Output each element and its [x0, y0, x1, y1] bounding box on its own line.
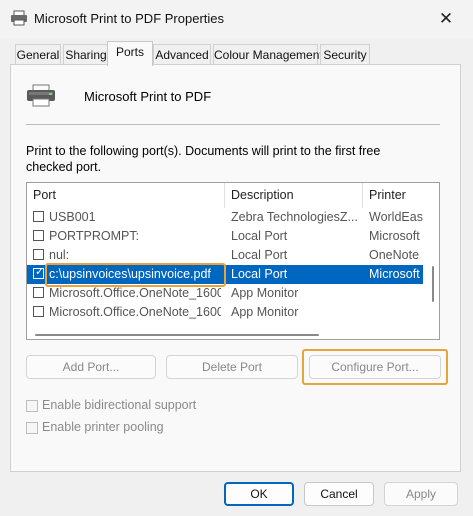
port-checkbox[interactable] — [33, 211, 44, 222]
tab-sharing[interactable]: Sharing — [63, 44, 109, 65]
port-printer: OneNote — [369, 248, 420, 262]
port-description: Local Port — [231, 248, 288, 262]
horizontal-scrollbar[interactable] — [28, 324, 423, 339]
delete-port-button[interactable]: Delete Port — [166, 355, 298, 379]
printer-icon — [26, 84, 56, 108]
port-name: Microsoft.Office.OneNote_1600... — [49, 305, 221, 319]
printer-title-icon — [10, 10, 28, 26]
separator — [26, 124, 440, 125]
column-header-description[interactable]: Description — [225, 183, 363, 208]
port-description: App Monitor — [231, 305, 299, 319]
tab-advanced[interactable]: Advanced — [153, 44, 211, 65]
list-item[interactable]: Microsoft.Office.OneNote_1600... App Mon… — [27, 303, 423, 322]
port-description: Local Port — [231, 267, 288, 281]
horizontal-scroll-thumb[interactable] — [35, 334, 319, 336]
apply-button[interactable]: Apply — [384, 482, 458, 506]
bidirectional-checkbox[interactable] — [26, 400, 38, 412]
instructions-text: Print to the following port(s). Document… — [26, 144, 381, 174]
list-item[interactable]: USB001 Zebra TechnologiesZ... WorldEase — [27, 208, 423, 227]
port-description: Local Port — [231, 229, 288, 243]
port-highlight-box — [45, 263, 226, 287]
tab-security[interactable]: Security — [320, 44, 370, 65]
port-description: App Monitor — [231, 286, 299, 300]
port-list[interactable]: Port Description Printer USB001 Zebra Te… — [26, 182, 440, 340]
list-item[interactable]: PORTPROMPT: Local Port Microsoft — [27, 227, 423, 246]
printer-name: Microsoft Print to PDF — [84, 89, 212, 104]
port-checkbox[interactable] — [33, 306, 44, 317]
port-name: PORTPROMPT: — [49, 229, 140, 243]
port-printer: Microsoft — [369, 267, 420, 281]
column-header-printer[interactable]: Printer — [363, 183, 433, 208]
ok-button[interactable]: OK — [224, 482, 294, 506]
window-title: Microsoft Print to PDF Properties — [34, 11, 224, 26]
pooling-label: Enable printer pooling — [42, 420, 164, 434]
tab-colour-management[interactable]: Colour Management — [213, 44, 323, 65]
port-printer: WorldEase — [369, 210, 423, 224]
column-header-port[interactable]: Port — [27, 183, 225, 208]
configure-highlight-box — [302, 349, 448, 385]
port-checkbox[interactable] — [33, 249, 44, 260]
cancel-button[interactable]: Cancel — [304, 482, 374, 506]
add-port-button[interactable]: Add Port... — [26, 355, 156, 379]
close-icon[interactable]: ✕ — [428, 4, 464, 34]
port-checkbox-checked[interactable]: ✓ — [33, 266, 44, 279]
vertical-scroll-thumb[interactable] — [432, 266, 434, 302]
bidirectional-label: Enable bidirectional support — [42, 398, 197, 412]
port-description: Zebra TechnologiesZ... — [231, 210, 358, 224]
port-checkbox[interactable] — [33, 230, 44, 241]
pooling-checkbox[interactable] — [26, 422, 38, 434]
port-checkbox[interactable] — [33, 287, 44, 298]
port-name: USB001 — [49, 210, 96, 224]
tab-general[interactable]: General — [15, 44, 61, 65]
port-printer: Microsoft — [369, 229, 420, 243]
tab-ports[interactable]: Ports — [107, 41, 153, 66]
